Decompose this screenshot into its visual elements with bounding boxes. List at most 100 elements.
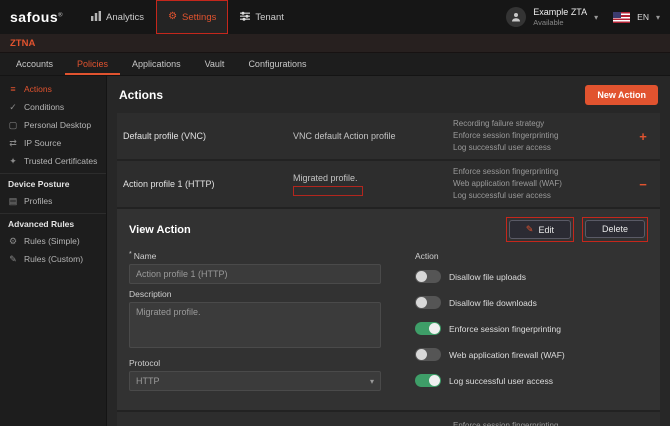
view-action-title: View Action bbox=[129, 224, 191, 236]
gear-icon: ⚙ bbox=[168, 12, 177, 22]
action-row-action-profile-1-http[interactable]: Action profile 1 (HTTP) Migrated profile… bbox=[117, 161, 660, 209]
tab-accounts[interactable]: Accounts bbox=[4, 53, 65, 75]
sidebar-item-ip-source[interactable]: ⇄ IP Source bbox=[0, 134, 106, 152]
action-name: Action profile 1 (HTTP) bbox=[123, 179, 293, 189]
chevron-down-icon[interactable]: ▾ bbox=[594, 13, 598, 22]
bar-chart-icon bbox=[91, 11, 101, 24]
toggle-disallow-file-downloads[interactable] bbox=[415, 296, 441, 309]
sidebar-section-advanced-rules: Advanced Rules bbox=[0, 213, 106, 232]
language-selector[interactable]: EN bbox=[637, 12, 649, 22]
toggle-row-disallow-file-uploads: Disallow file uploads bbox=[415, 270, 648, 283]
action-description: Migrated profile. bbox=[293, 173, 453, 196]
action-features: Enforce session fingerprinting Web appli… bbox=[453, 166, 632, 202]
rules-custom-icon: ✎ bbox=[8, 255, 18, 264]
top-bar: safous® Analytics ⚙ Settings Tenant Exam… bbox=[0, 0, 670, 34]
action-row-action-profile-2-vnc[interactable]: Action profile 2 (VNC) Migrated profile.… bbox=[117, 412, 660, 426]
toggle-row-log-successful-user-access: Log successful user access bbox=[415, 374, 648, 387]
tab-configurations[interactable]: Configurations bbox=[236, 53, 318, 75]
name-label: *Name bbox=[129, 251, 381, 261]
certificate-icon: ✦ bbox=[8, 157, 18, 166]
user-name: Example ZTA bbox=[533, 7, 587, 18]
description-label: Description bbox=[129, 289, 381, 299]
sidebar-item-profiles[interactable]: ▤ Profiles bbox=[0, 192, 106, 210]
sidebar-item-label: Rules (Custom) bbox=[24, 254, 83, 264]
new-action-button[interactable]: New Action bbox=[585, 85, 658, 105]
tab-policies[interactable]: Policies bbox=[65, 53, 120, 75]
toggle-label: Log successful user access bbox=[449, 376, 553, 386]
user-status: Available bbox=[533, 18, 587, 27]
action-features: Recording failure strategy Enforce sessi… bbox=[453, 118, 632, 154]
view-action-panel: View Action ✎ Edit Delete bbox=[117, 209, 660, 412]
nav-tenant[interactable]: Tenant bbox=[228, 0, 296, 34]
protocol-label: Protocol bbox=[129, 358, 381, 368]
sidebar-item-label: Conditions bbox=[24, 102, 64, 112]
description-field[interactable]: Migrated profile. bbox=[129, 302, 381, 348]
tab-applications[interactable]: Applications bbox=[120, 53, 193, 75]
ip-source-icon: ⇄ bbox=[8, 139, 18, 148]
avatar[interactable] bbox=[506, 7, 526, 27]
name-field[interactable] bbox=[129, 264, 381, 284]
sidebar-item-trusted-certificates[interactable]: ✦ Trusted Certificates bbox=[0, 152, 106, 170]
nav-settings[interactable]: ⚙ Settings bbox=[156, 0, 228, 34]
conditions-icon: ✓ bbox=[8, 103, 18, 112]
page-title: Actions bbox=[119, 88, 163, 102]
protocol-select[interactable]: HTTP ▾ bbox=[129, 371, 381, 391]
language-chevron-down-icon[interactable]: ▾ bbox=[656, 13, 660, 22]
pencil-icon: ✎ bbox=[526, 224, 534, 235]
required-asterisk: * bbox=[129, 251, 132, 258]
sidebar-section-device-posture: Device Posture bbox=[0, 173, 106, 192]
actions-icon: ≡ bbox=[8, 85, 18, 94]
action-name: Default profile (VNC) bbox=[123, 131, 293, 141]
toggle-label: Enforce session fingerprinting bbox=[449, 324, 561, 334]
sidebar-item-label: Profiles bbox=[24, 196, 52, 206]
expand-icon[interactable]: + bbox=[632, 129, 654, 144]
collapse-icon[interactable]: − bbox=[632, 177, 654, 192]
toggle-row-disallow-file-downloads: Disallow file downloads bbox=[415, 296, 648, 309]
profiles-icon: ▤ bbox=[8, 197, 18, 206]
tab-bar: Accounts Policies Applications Vault Con… bbox=[0, 53, 670, 76]
edit-button[interactable]: ✎ Edit bbox=[509, 220, 571, 239]
us-flag-icon bbox=[613, 12, 630, 23]
registered-mark: ® bbox=[58, 12, 63, 18]
annotation-box-edit: ✎ Edit bbox=[506, 217, 574, 242]
desktop-icon: ▢ bbox=[8, 121, 18, 130]
protocol-value: HTTP bbox=[136, 376, 160, 386]
sidebar-item-label: Rules (Simple) bbox=[24, 236, 80, 246]
action-features: Enforce session fingerprinting Log succe… bbox=[453, 420, 632, 426]
tab-vault[interactable]: Vault bbox=[193, 53, 237, 75]
sidebar-item-rules-simple[interactable]: ⚙ Rules (Simple) bbox=[0, 232, 106, 250]
sliders-icon bbox=[240, 11, 250, 24]
delete-button[interactable]: Delete bbox=[585, 220, 645, 238]
nav-analytics[interactable]: Analytics bbox=[79, 0, 156, 34]
safous-logo: safous® bbox=[10, 9, 63, 25]
toggle-enforce-session-fingerprinting[interactable] bbox=[415, 322, 441, 335]
toggle-row-waf: Web application firewall (WAF) bbox=[415, 348, 648, 361]
sidebar-item-personal-desktop[interactable]: ▢ Personal Desktop bbox=[0, 116, 106, 134]
sidebar-item-label: Actions bbox=[24, 84, 52, 94]
select-chevron-down-icon: ▾ bbox=[370, 377, 374, 386]
sidebar-item-label: IP Source bbox=[24, 138, 61, 148]
annotation-box bbox=[293, 186, 363, 196]
toggle-label: Disallow file downloads bbox=[449, 298, 537, 308]
nav-tenant-label: Tenant bbox=[255, 12, 284, 23]
rules-simple-icon: ⚙ bbox=[8, 237, 18, 246]
user-area: Example ZTA Available ▾ EN ▾ bbox=[506, 7, 660, 27]
toggle-log-successful-user-access[interactable] bbox=[415, 374, 441, 387]
sidebar-item-rules-custom[interactable]: ✎ Rules (Custom) bbox=[0, 250, 106, 268]
action-column-label: Action bbox=[415, 251, 648, 261]
breadcrumb: ZTNA bbox=[10, 38, 35, 49]
toggle-label: Disallow file uploads bbox=[449, 272, 526, 282]
toggle-disallow-file-uploads[interactable] bbox=[415, 270, 441, 283]
main-content: Actions New Action Default profile (VNC)… bbox=[107, 76, 670, 426]
user-info[interactable]: Example ZTA Available bbox=[533, 7, 587, 27]
person-icon bbox=[510, 11, 522, 23]
action-description: VNC default Action profile bbox=[293, 131, 453, 141]
toggle-waf[interactable] bbox=[415, 348, 441, 361]
sidebar-item-label: Trusted Certificates bbox=[24, 156, 97, 166]
action-row-default-profile-vnc[interactable]: Default profile (VNC) VNC default Action… bbox=[117, 113, 660, 161]
sidebar-item-conditions[interactable]: ✓ Conditions bbox=[0, 98, 106, 116]
sidebar-item-label: Personal Desktop bbox=[24, 120, 91, 130]
sidebar-item-actions[interactable]: ≡ Actions bbox=[0, 80, 106, 98]
breadcrumb-bar: ZTNA bbox=[0, 34, 670, 53]
sidebar: ≡ Actions ✓ Conditions ▢ Personal Deskto… bbox=[0, 76, 107, 426]
